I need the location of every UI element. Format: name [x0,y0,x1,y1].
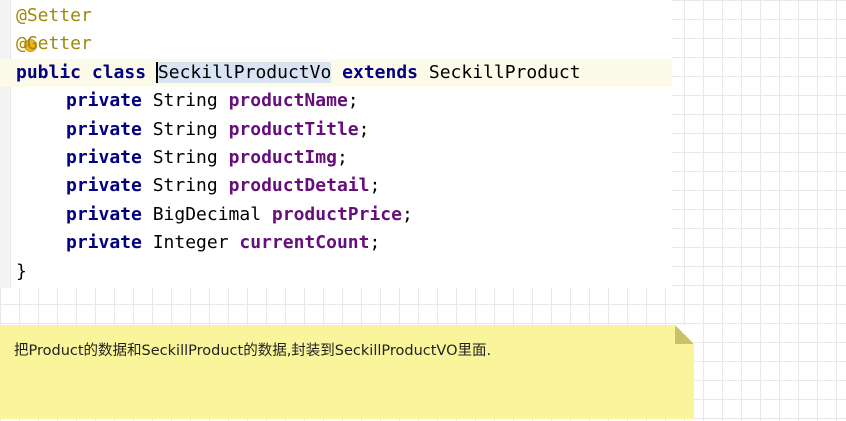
editor-gutter [0,0,11,288]
code-line-field: private BigDecimal productPrice; [66,203,413,225]
field-type: String [152,90,218,112]
field-modifier: private [66,146,142,168]
sticky-note-text: 把Product的数据和SeckillProduct的数据,封装到Seckill… [14,343,492,359]
field-modifier: private [66,203,142,225]
field-modifier: private [66,118,142,140]
field-name: productTitle [228,118,359,140]
code-line-field: private Integer currentCount; [66,232,381,254]
class-name-rest: eckillProductVo [168,61,332,83]
field-name: productPrice [271,203,402,225]
note-corner-fold [675,325,694,344]
field-modifier: private [66,232,142,254]
field-modifier: private [66,90,142,112]
code-line-getter: @Getter [16,30,672,58]
field-type: String [152,118,218,140]
code-editor[interactable]: @Setter @Getter public class SeckillProd… [0,0,672,288]
field-type: String [152,146,218,168]
class-keyword: class [91,61,147,83]
closing-brace: } [16,260,27,282]
getter-annotation: @Getter [16,33,92,55]
code-line-setter: @Setter [16,2,672,30]
code-line-field: private String productTitle; [66,118,370,140]
code-line-closing-brace: } [16,258,672,286]
parent-class-name: SeckillProduct [428,61,581,83]
field-type: String [152,175,218,197]
field-name: productName [228,90,348,112]
field-type: Integer [152,232,229,254]
code-line-field: private String productName; [66,90,359,112]
class-name-first-char: S [157,61,169,83]
public-keyword: public [16,61,82,83]
field-name: productDetail [228,175,370,197]
field-type: BigDecimal [152,203,262,225]
sticky-note[interactable]: 把Product的数据和SeckillProduct的数据,封装到Seckill… [0,325,694,419]
class-name-selection[interactable]: SeckillProductVo [155,61,332,83]
code-content[interactable]: @Setter @Getter public class SeckillProd… [0,2,672,286]
field-name: productImg [228,146,337,168]
field-name: currentCount [239,232,370,254]
setter-annotation: @Setter [16,5,92,26]
extends-keyword: extends [342,61,419,83]
code-line-field: private String productImg; [66,146,348,168]
code-line-class-declaration: public class SeckillProductVo extends Se… [0,58,672,88]
code-line-field: private String productDetail; [66,175,381,197]
field-modifier: private [66,175,142,197]
